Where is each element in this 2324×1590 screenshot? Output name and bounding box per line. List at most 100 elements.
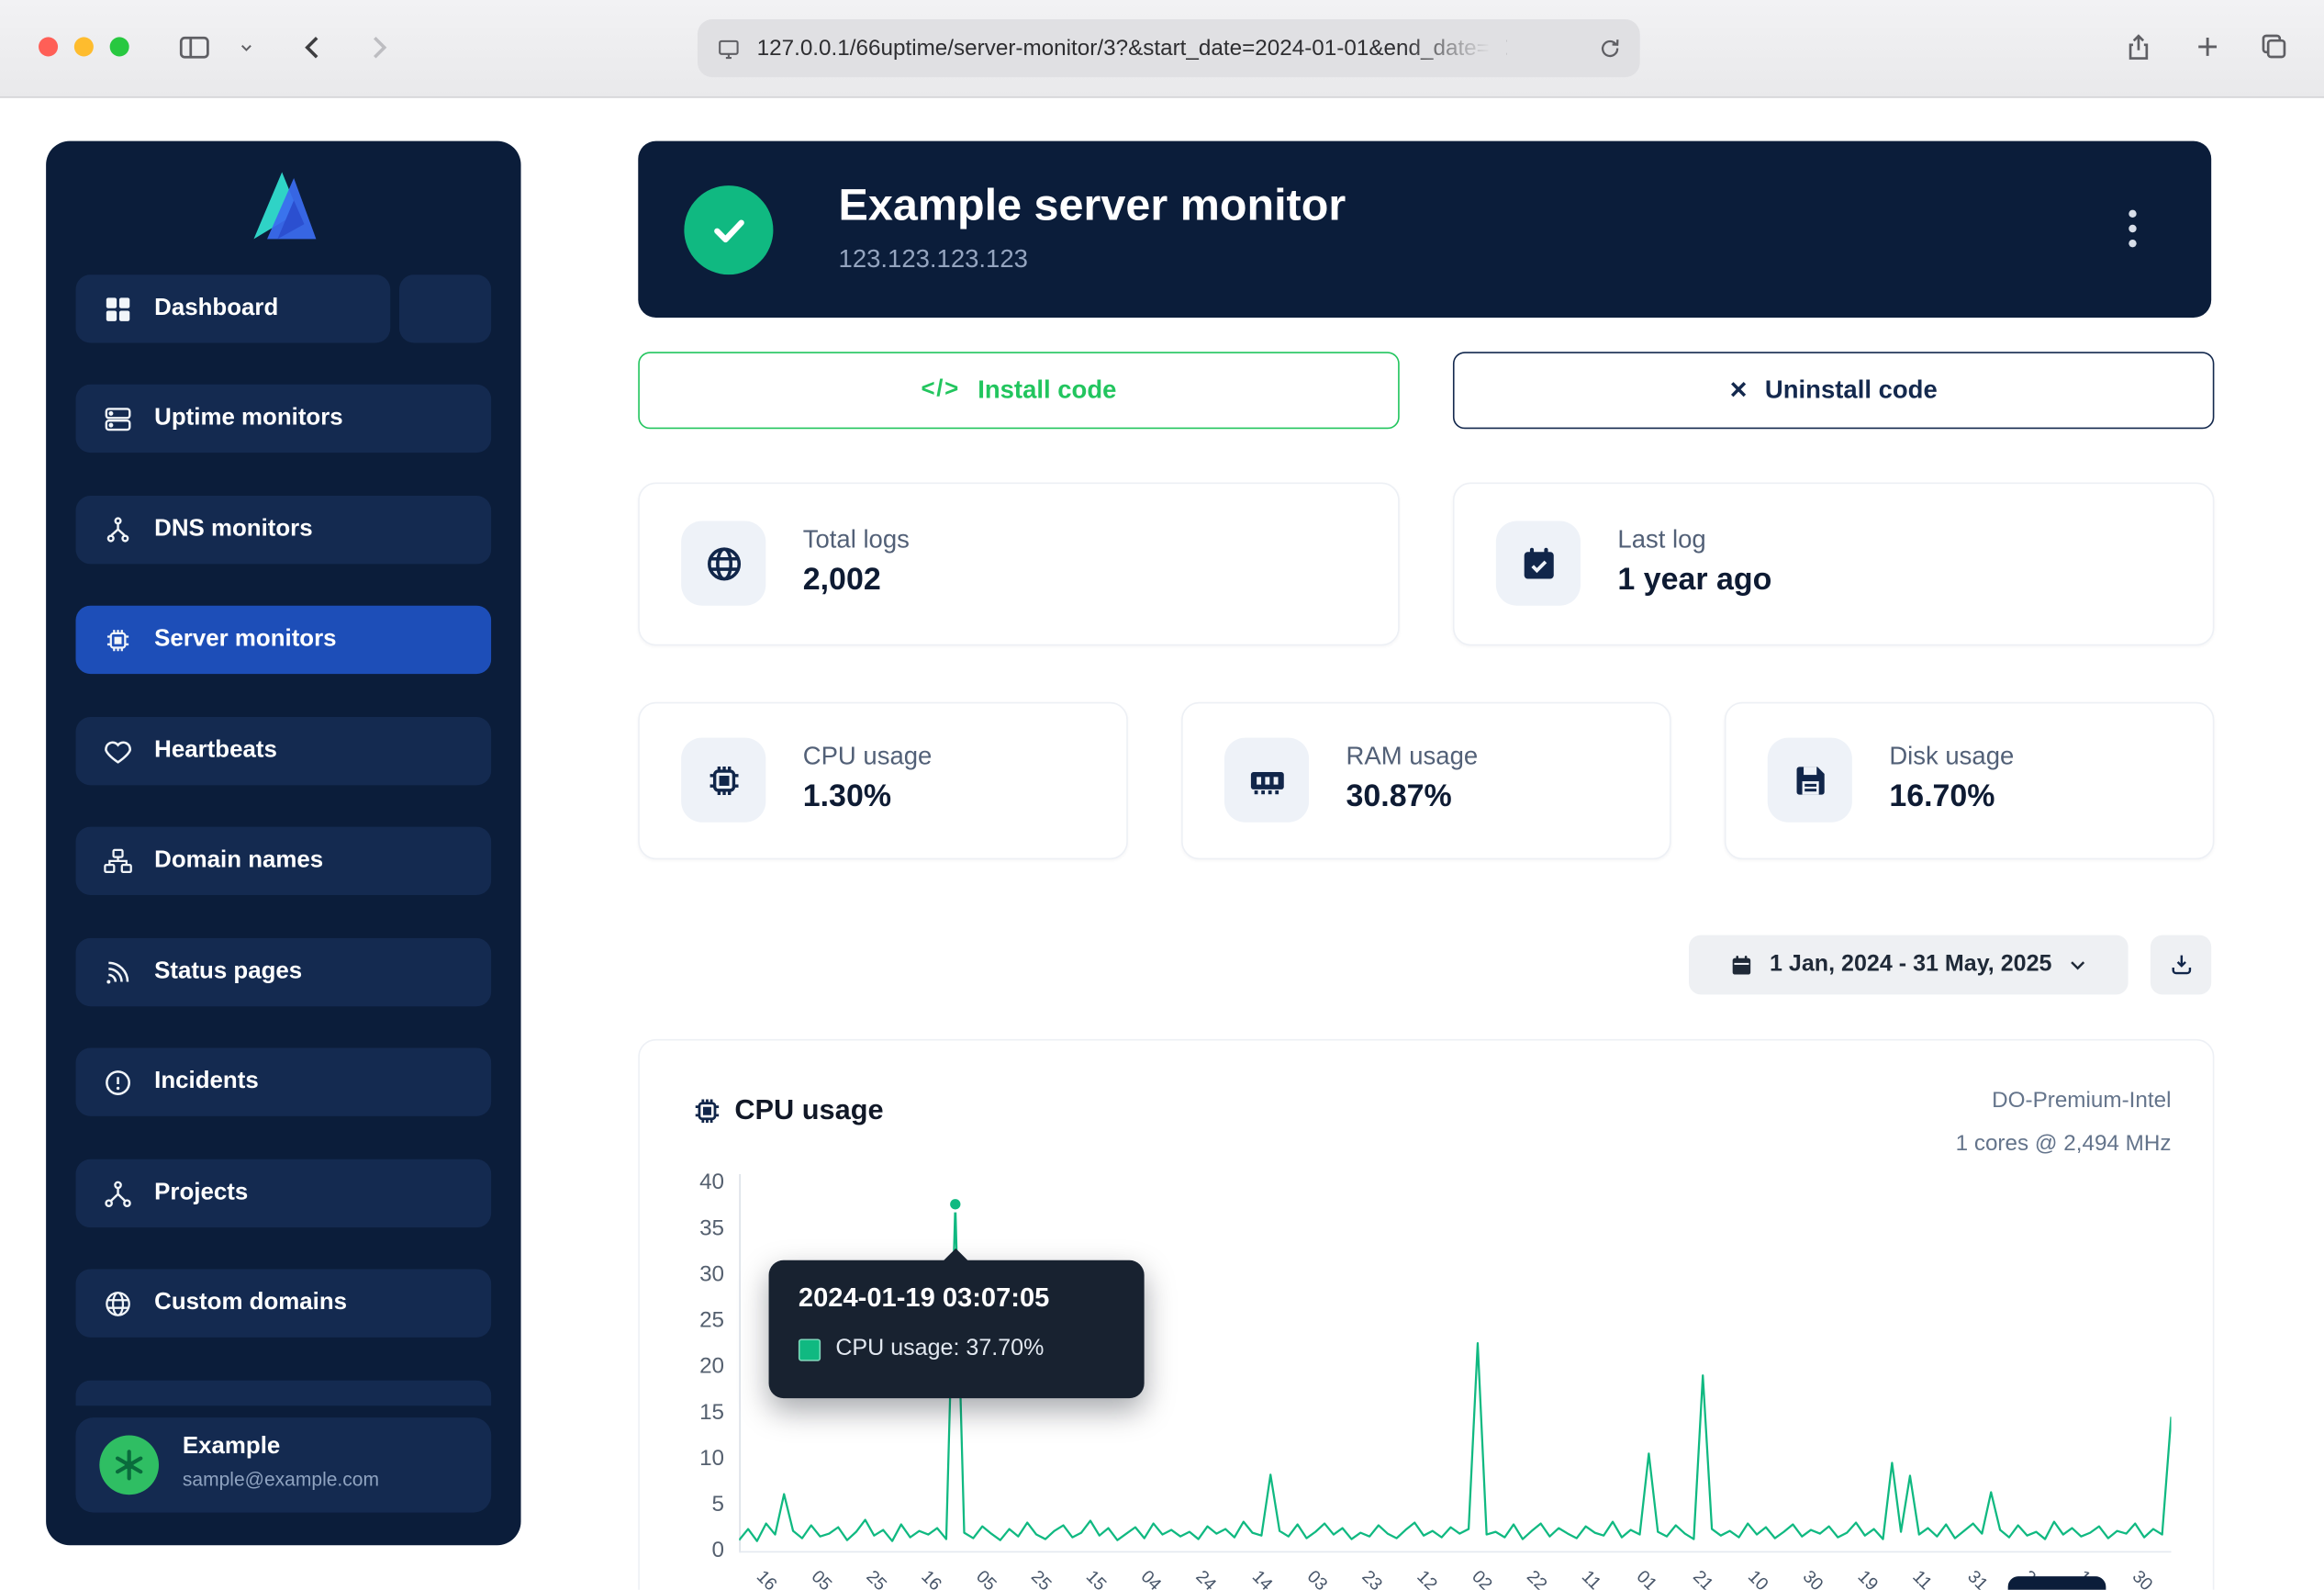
x-tick-label: 12. 09. (1413, 1566, 1466, 1590)
x-tick-label: 24. 06. (1192, 1566, 1246, 1590)
x-tick-label: 11. 03. (1908, 1566, 1961, 1590)
sidebar-item-partial[interactable] (75, 1381, 491, 1405)
window-close-button[interactable] (39, 37, 58, 56)
grid-icon (103, 293, 134, 324)
install-code-button[interactable]: </> Install code (638, 352, 1399, 429)
x-tick-label: 04. 06. (1137, 1566, 1190, 1590)
sidebar-item-dns-monitors[interactable]: DNS monitors (75, 496, 491, 564)
new-tab-icon[interactable] (2192, 31, 2223, 62)
y-tick-label: 10 (640, 1444, 724, 1473)
sidebar-item-projects[interactable]: Projects (75, 1159, 491, 1227)
y-tick-label: 25 (640, 1306, 724, 1336)
tab-overview-icon[interactable] (2257, 29, 2290, 62)
sidebar-item-label: Projects (154, 1180, 248, 1206)
window-zoom-button[interactable] (110, 37, 129, 56)
download-button[interactable] (2151, 935, 2211, 995)
monitor-header: Example server monitor 123.123.123.123 (638, 141, 2211, 318)
cpu-icon (681, 738, 765, 823)
stat-value: 2,002 (803, 563, 881, 599)
sidebar-item-label: Custom domains (154, 1290, 347, 1316)
dns-branch-icon (103, 514, 134, 545)
sidebar-nav: Dashboard Uptime monitors (75, 274, 491, 1405)
x-tick-label: 16. 03. (917, 1566, 970, 1590)
window-minimize-button[interactable] (74, 37, 94, 56)
tooltip-caret (943, 1248, 969, 1262)
share-icon[interactable] (2122, 28, 2155, 67)
cpu-chart-card: CPU usage DO-Premium-Intel 1 cores @ 2,4… (638, 1039, 2214, 1590)
disk-usage-card: Disk usage 16.70% (1725, 702, 2215, 859)
sidebar-item-uptime-monitors[interactable]: Uptime monitors (75, 385, 491, 453)
x-tick-label: 11. 11. (1578, 1566, 1629, 1590)
address-bar[interactable]: 127.0.0.1/66uptime/server-monitor/3?&sta… (698, 19, 1640, 77)
forward-button[interactable] (361, 28, 397, 67)
download-icon (2167, 951, 2194, 978)
stat-label: CPU usage (803, 742, 933, 771)
cpu-usage-card: CPU usage 1.30% (638, 702, 1128, 859)
browser-toolbar: 127.0.0.1/66uptime/server-monitor/3?&sta… (0, 0, 2324, 98)
stat-label: Last log (1617, 525, 1705, 554)
chart-title: CPU usage (734, 1095, 883, 1128)
screenshot-stage: 127.0.0.1/66uptime/server-monitor/3?&sta… (0, 0, 2324, 1590)
close-icon: × (1730, 375, 1748, 405)
y-tick-label: 5 (640, 1490, 724, 1519)
cpu-icon (690, 1094, 724, 1136)
stat-value: 1 year ago (1617, 563, 1771, 599)
sidebar-item-label: Incidents (154, 1069, 259, 1095)
avatar (99, 1436, 159, 1495)
series-swatch (799, 1338, 821, 1360)
sidebar-item-incidents[interactable]: Incidents (75, 1048, 491, 1116)
sidebar-item-custom-domains[interactable]: Custom domains (75, 1269, 491, 1337)
sidebar-item-label: Domain names (154, 847, 323, 874)
back-button[interactable] (296, 28, 331, 67)
reload-icon[interactable] (1597, 36, 1622, 61)
tooltip-row: CPU usage: 37.70% (799, 1336, 1045, 1362)
sidebar-item-label: DNS monitors (154, 517, 312, 543)
sidebar-toggle-icon[interactable] (175, 29, 214, 65)
sidebar-item-domain-names[interactable]: Domain names (75, 827, 491, 895)
user-name: Example (183, 1434, 280, 1461)
x-tick-label: 15. 05. (1082, 1566, 1135, 1590)
site-icon (715, 35, 742, 62)
stat-label: Total logs (803, 525, 910, 554)
y-tick-label: 40 (640, 1169, 724, 1198)
notifications-button[interactable] (399, 274, 491, 342)
stat-label: Disk usage (1889, 742, 2014, 771)
ram-usage-card: RAM usage 30.87% (1181, 702, 1671, 859)
stat-value: 30.87% (1346, 779, 1452, 815)
x-tick-label: 25. 04. (1027, 1566, 1080, 1590)
chip-icon (103, 624, 134, 655)
sidebar-item-label: Dashboard (154, 296, 278, 322)
x-tick-label: 16. 01. (752, 1566, 805, 1590)
calendar-check-icon (1496, 521, 1581, 606)
monitor-ip: 123.123.123.123 (839, 245, 1028, 274)
install-code-label: Install code (978, 375, 1116, 405)
sidebar-item-dashboard[interactable]: Dashboard (75, 274, 390, 342)
ram-icon (1224, 738, 1309, 823)
x-tick-label: 19. 02. (1853, 1566, 1906, 1590)
y-tick-label: 30 (640, 1260, 724, 1290)
y-tick-label: 20 (640, 1352, 724, 1382)
globe-icon (103, 1288, 134, 1319)
chevron-down-icon[interactable] (238, 40, 255, 55)
x-tick-label: 23. 08. (1358, 1566, 1411, 1590)
kebab-menu-icon[interactable] (2106, 202, 2159, 255)
date-range-picker[interactable]: 1 Jan, 2024 - 31 May, 2025 (1689, 935, 2128, 995)
chart-marker (949, 1198, 963, 1212)
url-text: 127.0.0.1/66uptime/server-monitor/3?&sta… (757, 36, 1507, 61)
last-log-card: Last log 1 year ago (1453, 482, 2214, 645)
uninstall-code-button[interactable]: × Uninstall code (1453, 352, 2214, 429)
disk-icon (1768, 738, 1852, 823)
date-range-label: 1 Jan, 2024 - 31 May, 2025 (1770, 951, 2051, 978)
stat-value: 1.30% (803, 779, 891, 815)
server-name: DO-Premium-Intel (1992, 1088, 2171, 1113)
sidebar-item-heartbeats[interactable]: Heartbeats (75, 717, 491, 785)
sidebar-item-status-pages[interactable]: Status pages (75, 938, 491, 1006)
sidebar-item-label: Server monitors (154, 626, 336, 653)
user-menu[interactable]: Example sample@example.com (75, 1417, 491, 1512)
chart-tooltip: 2024-01-19 03:07:05 CPU usage: 37.70% (769, 1260, 1145, 1398)
tooltip-value: CPU usage: 37.70% (835, 1336, 1044, 1362)
chevron-down-icon (2067, 955, 2088, 976)
floating-widget[interactable] (2008, 1576, 2106, 1590)
heart-icon (103, 735, 134, 767)
sidebar-item-server-monitors[interactable]: Server monitors (75, 606, 491, 674)
